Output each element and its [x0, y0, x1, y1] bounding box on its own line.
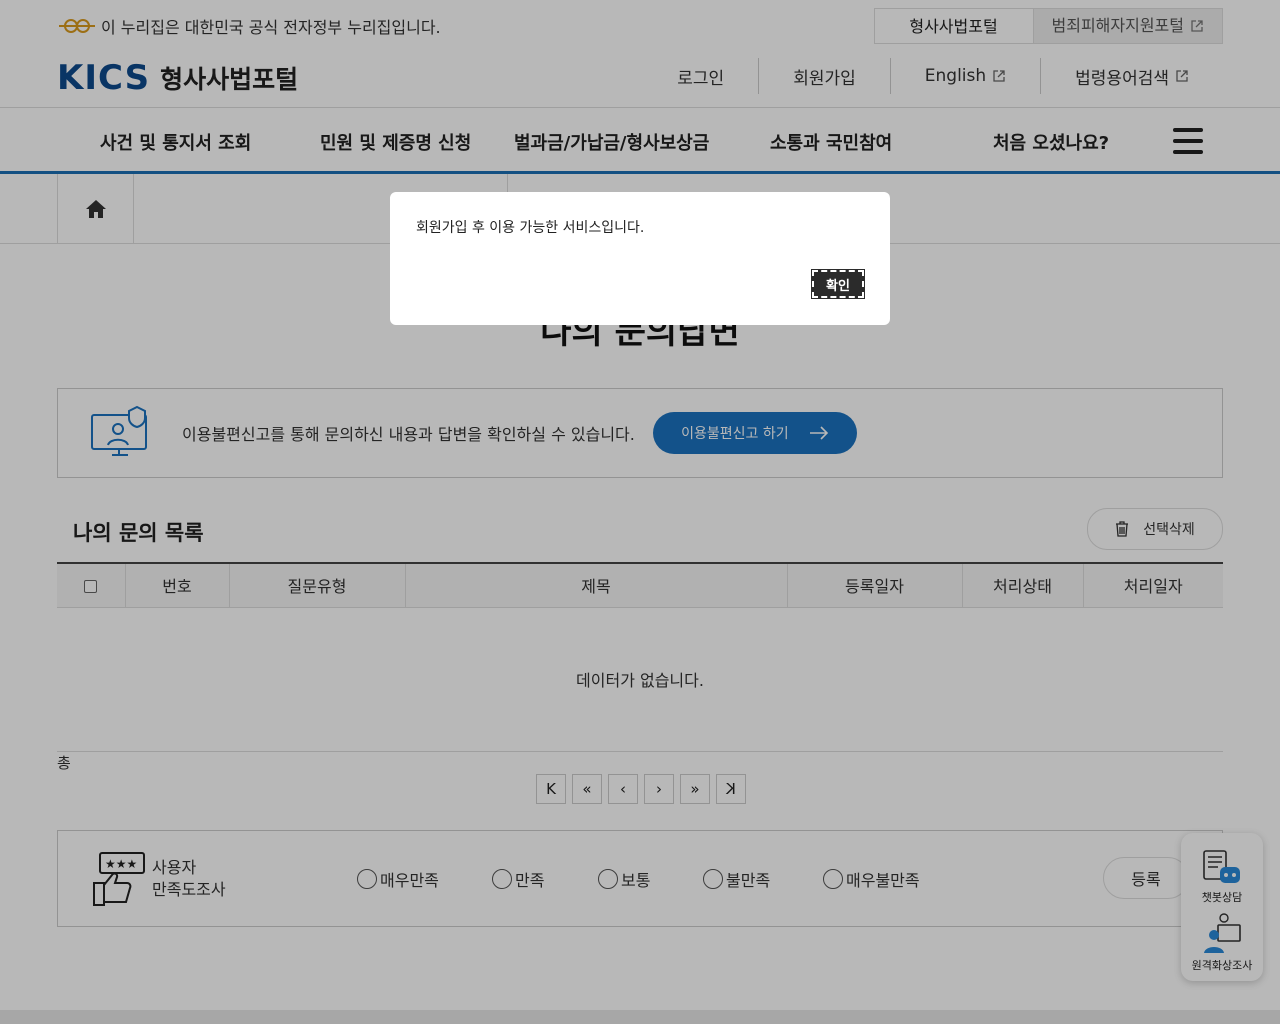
alert-ok-button[interactable]: 확인	[811, 269, 865, 299]
modal-overlay	[0, 0, 1280, 1024]
alert-message: 회원가입 후 이용 가능한 서비스입니다.	[416, 220, 645, 236]
alert-dialog: 회원가입 후 이용 가능한 서비스입니다. 확인	[390, 192, 890, 325]
